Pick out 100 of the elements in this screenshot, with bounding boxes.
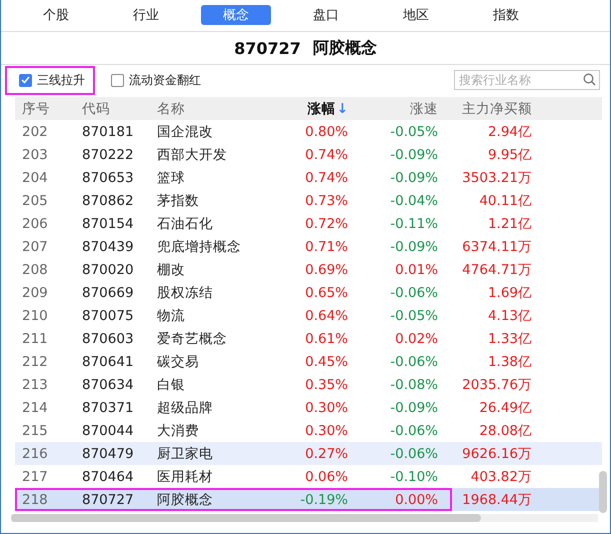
table-cell-text: 203	[21, 146, 49, 162]
table-cell-text: 870479	[81, 446, 135, 462]
table-cell-text: 0.74%	[304, 146, 348, 162]
table-row[interactable]: 216 870479 厨卫家电 0.27% -0.06% 9626.16万	[15, 442, 602, 465]
table-cell-text: -0.04%	[389, 192, 438, 208]
table-cell-text: 870020	[81, 262, 135, 278]
table-cell-text: 0.01%	[394, 262, 438, 278]
table-cell-text: 国企混改	[156, 122, 214, 140]
table-cell-text: 202	[21, 124, 49, 140]
table-cell-text: -0.09%	[389, 400, 438, 416]
table-cell-text: 0.30%	[304, 422, 348, 438]
table-cell-text: 0.00%	[394, 492, 438, 508]
table-cell-text: 1.69亿	[486, 284, 532, 302]
table-cell-text: 茅指数	[156, 192, 200, 210]
column-header[interactable]: 涨幅↓	[270, 100, 348, 118]
table-row[interactable]: 218 870727 阿胶概念 -0.19% 0.00% 1968.44万	[15, 488, 602, 511]
column-header[interactable]: 名称	[152, 100, 270, 118]
table-cell-text: 870075	[81, 308, 135, 324]
table-cell-text: 207	[21, 238, 49, 254]
table-cell-text: 阿胶概念	[156, 490, 214, 508]
table-cell-text: 870439	[81, 238, 135, 254]
column-header[interactable]: 涨速	[348, 100, 438, 118]
table-cell-text: 216	[21, 446, 49, 462]
table-cell-text: 211	[21, 330, 49, 346]
table-cell-text: 9.95亿	[486, 146, 532, 164]
column-header[interactable]: 主力净买额	[462, 100, 532, 118]
column-header[interactable]: 序号	[17, 100, 67, 118]
table-cell-text: 217	[21, 468, 49, 484]
table-cell-text: 870222	[81, 146, 135, 162]
column-header[interactable]: 代码	[67, 100, 152, 118]
tab[interactable]: 个股	[21, 5, 91, 25]
table-cell-text: 209	[21, 284, 49, 300]
table-cell-text: 0.02%	[394, 330, 438, 346]
table-cell-text: 3503.21万	[461, 168, 532, 188]
table-cell-text: 870371	[81, 400, 135, 416]
table-cell-text: 206	[21, 216, 49, 232]
filter-option[interactable]: 流动资金翻红	[97, 66, 211, 94]
table-cell-text: 2.94亿	[486, 122, 532, 142]
table-cell-text: 215	[21, 422, 49, 438]
table-cell-text: 870862	[81, 192, 135, 208]
tab[interactable]: 概念	[201, 5, 271, 25]
tab[interactable]: 地区	[381, 5, 451, 25]
table-cell-text: 物流	[156, 306, 186, 324]
table-cell-text: 0.69%	[304, 262, 348, 278]
table-cell-text: -0.05%	[389, 124, 438, 140]
table-cell-text: 0.71%	[304, 238, 348, 254]
table-cell-text: 218	[21, 492, 49, 508]
table-cell-text: 870181	[81, 124, 135, 140]
table-cell-text: 870727	[81, 492, 135, 508]
table-cell-text: 石油石化	[156, 214, 214, 232]
table-cell-text: -0.19%	[299, 492, 348, 508]
table-cell-text: 西部大开发	[156, 146, 228, 164]
table-cell-text: 4764.71万	[461, 260, 532, 280]
table-cell-text: 0.64%	[304, 308, 348, 324]
table-cell-text: 9626.16万	[461, 444, 532, 464]
table-cell-text: 0.73%	[304, 192, 348, 208]
concept-name: 阿胶概念	[312, 38, 377, 58]
checkbox[interactable]	[19, 74, 32, 86]
table-cell-text: 40.11亿	[478, 192, 532, 210]
table-cell-text: 医用耗材	[156, 468, 214, 486]
table-cell-text: 204	[21, 170, 49, 186]
table-cell-text: 0.06%	[304, 468, 348, 484]
checkbox-label[interactable]: 流动资金翻红	[129, 72, 201, 88]
table-cell-text: 870641	[81, 354, 135, 370]
table-cell-text: -0.06%	[389, 354, 438, 370]
table-cell-text: 1.33亿	[486, 330, 532, 348]
table-cell-text: 1.38亿	[486, 352, 532, 372]
table-cell-text: 870154	[81, 216, 135, 232]
table-cell-text: 篮球	[156, 168, 186, 186]
table-cell-text: 超级品牌	[156, 398, 214, 416]
table-cell-text: 0.61%	[304, 330, 348, 346]
horizontal-scrollbar[interactable]	[11, 514, 598, 522]
checkbox[interactable]	[111, 74, 124, 86]
table-cell-text: -0.05%	[389, 308, 438, 324]
table-cell-text: -0.08%	[389, 376, 438, 392]
search-icon[interactable]	[583, 73, 596, 86]
table-cell-text: 大消费	[156, 422, 200, 440]
table-cell-text: 碳交易	[156, 352, 200, 370]
table-cell-text: 0.27%	[304, 446, 348, 462]
table-cell-text: 6374.11万	[461, 238, 532, 256]
tab[interactable]: 行业	[111, 5, 181, 25]
table-cell-text: -0.06%	[389, 422, 438, 438]
vertical-scrollbar-thumb[interactable]	[599, 471, 607, 513]
tab[interactable]: 盘口	[291, 5, 361, 25]
table-cell-text: 2035.76万	[461, 376, 532, 394]
checkbox-label[interactable]: 三线拉升	[37, 72, 85, 88]
table-cell-text: -0.10%	[389, 468, 438, 484]
table-cell-text: 股权冻结	[156, 284, 214, 302]
table-cell-text: -0.06%	[389, 446, 438, 462]
search-field[interactable]: 搜索行业名称	[454, 70, 600, 90]
table-cell-text: -0.09%	[389, 170, 438, 186]
table-cell-text: 棚改	[156, 260, 186, 278]
table-cell-text: 0.72%	[304, 216, 348, 232]
table-cell-text: 870669	[81, 284, 135, 300]
table-cell-text: 0.65%	[304, 284, 348, 300]
table-cell-text: -0.11%	[389, 216, 438, 232]
tab[interactable]: 指数	[471, 5, 541, 25]
table-cell-text: 870634	[81, 376, 135, 392]
concept-code: 870727	[234, 38, 301, 58]
table-cell-text: -0.09%	[389, 238, 438, 254]
